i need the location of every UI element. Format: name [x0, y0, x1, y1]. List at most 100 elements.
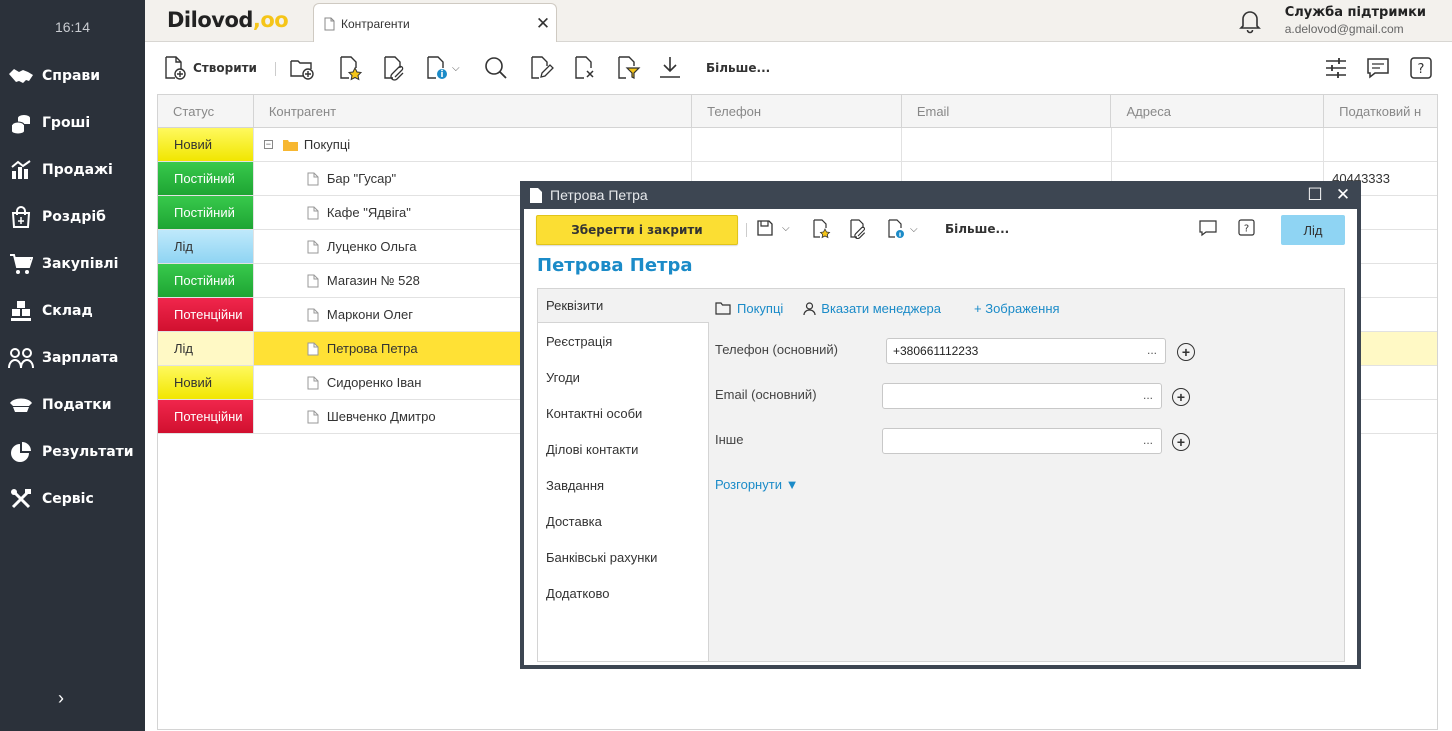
save-and-close-button[interactable]: Зберегти і закрити: [536, 215, 738, 245]
edit-button[interactable]: [528, 54, 554, 82]
save-dropdown[interactable]: ⌵: [756, 219, 790, 237]
section-tab-3[interactable]: Контактні особи: [538, 395, 708, 431]
settings-button[interactable]: [1324, 54, 1348, 82]
more-label: Більше...: [706, 61, 771, 75]
phone-field[interactable]: +380661112233 ...: [886, 338, 1166, 364]
new-folder-icon: [290, 60, 314, 80]
sidebar-item-4[interactable]: Закупівлі: [0, 240, 145, 287]
other-field[interactable]: ...: [882, 428, 1162, 454]
sidebar-item-label: Податки: [42, 396, 112, 413]
clock: 16:14: [54, 19, 91, 35]
sidebar-item-label: Результати: [42, 443, 134, 460]
document-icon: [307, 240, 319, 254]
comments-button[interactable]: [1366, 54, 1390, 82]
sidebar-item-9[interactable]: Сервіс: [0, 475, 145, 522]
favorite-button[interactable]: [811, 219, 831, 239]
close-icon[interactable]: ✕: [1329, 185, 1357, 205]
collapse-icon[interactable]: −: [263, 140, 273, 149]
section-tab-7[interactable]: Банківські рахунки: [538, 539, 708, 575]
download-button[interactable]: [657, 54, 683, 82]
sidebar-item-7[interactable]: Податки: [0, 381, 145, 428]
add-image-link[interactable]: + Зображення: [974, 301, 1060, 316]
status-badge: Постійний: [158, 162, 254, 195]
create-button[interactable]: Створити: [163, 54, 257, 82]
table-row[interactable]: Новий − Покупці: [158, 128, 1437, 162]
sidebar-item-8[interactable]: Результати: [0, 428, 145, 475]
svg-text:?: ?: [1244, 224, 1249, 235]
support-title: Служба підтримки: [1284, 5, 1426, 20]
comments-button[interactable]: [1199, 219, 1217, 237]
help-button[interactable]: ?: [1238, 219, 1255, 236]
col-address[interactable]: Адреса: [1111, 95, 1325, 127]
chevron-down-icon[interactable]: ⌵: [782, 223, 790, 234]
tab-contractors[interactable]: Контрагенти ✕: [313, 3, 557, 43]
section-tab-5[interactable]: Завдання: [538, 467, 708, 503]
section-tab-2[interactable]: Угоди: [538, 359, 708, 395]
support-block[interactable]: Служба підтримки a.delovod@gmail.com: [1285, 5, 1426, 36]
group-label: Покупці: [303, 137, 351, 152]
email-field[interactable]: ...: [882, 383, 1162, 409]
search-button[interactable]: [483, 54, 509, 82]
sidebar-item-label: Зарплата: [42, 349, 119, 366]
col-email[interactable]: Email: [902, 95, 1112, 127]
add-email-button[interactable]: +: [1172, 388, 1190, 406]
info-button[interactable]: ⌵: [424, 54, 460, 82]
section-tab-0[interactable]: Реквізити: [538, 289, 709, 323]
contractor-name: Луценко Ольга: [326, 239, 417, 254]
email-more-button[interactable]: ...: [1143, 388, 1153, 402]
favorite-button[interactable]: [337, 54, 363, 82]
delete-mark-button[interactable]: [572, 54, 598, 82]
create-label: Створити: [193, 61, 257, 75]
assign-manager-link[interactable]: Вказати менеджера: [803, 301, 941, 316]
section-tab-8[interactable]: Додатково: [538, 575, 708, 611]
search-icon: [485, 57, 507, 79]
add-phone-button[interactable]: +: [1177, 343, 1195, 361]
maximize-icon[interactable]: ☐: [1301, 185, 1329, 205]
info-button[interactable]: ⌵: [886, 219, 918, 239]
status-lead-button[interactable]: Лід: [1281, 215, 1345, 245]
col-phone[interactable]: Телефон: [692, 95, 902, 127]
chevron-down-icon[interactable]: ⌵: [910, 224, 918, 235]
address-cell: [1112, 128, 1325, 161]
section-tab-4[interactable]: Ділові контакти: [538, 431, 708, 467]
sliders-icon: [1326, 58, 1346, 78]
add-other-button[interactable]: +: [1172, 433, 1190, 451]
folder-link[interactable]: Покупці: [715, 301, 783, 316]
sidebar-item-label: Роздріб: [42, 208, 106, 225]
bell-icon[interactable]: [1238, 8, 1262, 37]
filter-document-icon: [618, 56, 641, 79]
sidebar-item-1[interactable]: Гроші: [0, 99, 145, 146]
expand-sidebar-icon[interactable]: ›: [58, 688, 64, 709]
logo[interactable]: Dilovod,oo: [167, 8, 289, 32]
help-button[interactable]: ?: [1410, 54, 1432, 82]
sidebar-item-0[interactable]: Справи: [0, 52, 145, 99]
attach-button[interactable]: [848, 219, 868, 239]
sidebar-item-5[interactable]: Склад: [0, 287, 145, 334]
other-more-button[interactable]: ...: [1143, 433, 1153, 447]
col-contractor[interactable]: Контрагент: [254, 95, 693, 127]
more-button[interactable]: Більше...: [706, 54, 770, 82]
sidebar-item-3[interactable]: Роздріб: [0, 193, 145, 240]
more-button[interactable]: Більше...: [945, 222, 1009, 236]
other-label: Інше: [715, 432, 744, 447]
col-tax-number[interactable]: Податковий н: [1324, 95, 1437, 127]
attach-button[interactable]: [381, 54, 407, 82]
section-tab-6[interactable]: Доставка: [538, 503, 708, 539]
document-icon: [307, 274, 319, 288]
phone-more-button[interactable]: ...: [1147, 343, 1157, 357]
chevron-down-icon[interactable]: ⌵: [452, 63, 460, 74]
new-folder-button[interactable]: [289, 54, 315, 82]
col-status[interactable]: Статус: [158, 95, 254, 127]
filter-button[interactable]: [615, 54, 641, 82]
expand-link[interactable]: Розгорнути ▼: [715, 477, 798, 492]
close-tab-icon[interactable]: ✕: [530, 14, 556, 34]
sidebar-item-6[interactable]: Зарплата: [0, 334, 145, 381]
sidebar-item-label: Гроші: [42, 114, 91, 131]
contractor-name: Кафе "Ядвіга": [326, 205, 411, 220]
email-cell: [902, 128, 1112, 161]
document-icon: [307, 410, 319, 424]
sidebar-item-2[interactable]: Продажі: [0, 146, 145, 193]
section-tab-1[interactable]: Реєстрація: [538, 323, 708, 359]
handshake-icon: [8, 64, 34, 88]
toolbar-divider: [746, 223, 747, 237]
